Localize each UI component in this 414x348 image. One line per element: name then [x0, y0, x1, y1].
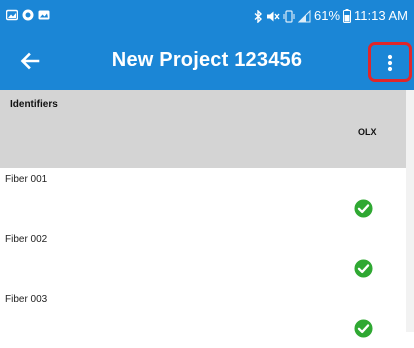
check-circle-icon — [354, 199, 373, 218]
clock: 11:13 AM — [354, 8, 408, 23]
table-header: Identifiers OLX — [0, 90, 414, 168]
more-vertical-icon — [387, 54, 393, 72]
column-header-olx: OLX — [358, 127, 377, 137]
status-bar: 61% 11:13 AM — [0, 0, 414, 32]
mute-icon — [267, 11, 280, 21]
scroll-edge — [406, 90, 414, 332]
circle-badge-icon — [22, 9, 34, 21]
signal-icon — [298, 9, 311, 22]
fiber-identifier: Fiber 003 — [5, 294, 48, 305]
fiber-identifier: Fiber 001 — [5, 174, 48, 185]
fiber-identifier: Fiber 002 — [5, 234, 48, 245]
battery-icon — [343, 9, 352, 23]
table-row[interactable]: Fiber 003 — [0, 288, 406, 348]
check-circle-icon — [354, 259, 373, 278]
table-row[interactable]: Fiber 001 — [0, 168, 406, 228]
page-title: New Project 123456 — [111, 49, 303, 71]
check-circle-icon — [354, 319, 373, 338]
system-status: 61% 11:13 AM — [254, 8, 408, 24]
table-row[interactable]: Fiber 002 — [0, 228, 406, 288]
app-bar: New Project 123456 — [0, 32, 414, 90]
battery-percent: 61% — [314, 8, 341, 23]
column-header-identifiers: Identifiers — [10, 99, 58, 110]
photo-icon — [38, 10, 50, 20]
bluetooth-icon — [254, 9, 263, 23]
gallery-icon — [6, 9, 18, 21]
overflow-menu-button[interactable] — [368, 42, 412, 82]
notification-icons — [6, 9, 50, 21]
vibrate-icon — [283, 9, 295, 23]
